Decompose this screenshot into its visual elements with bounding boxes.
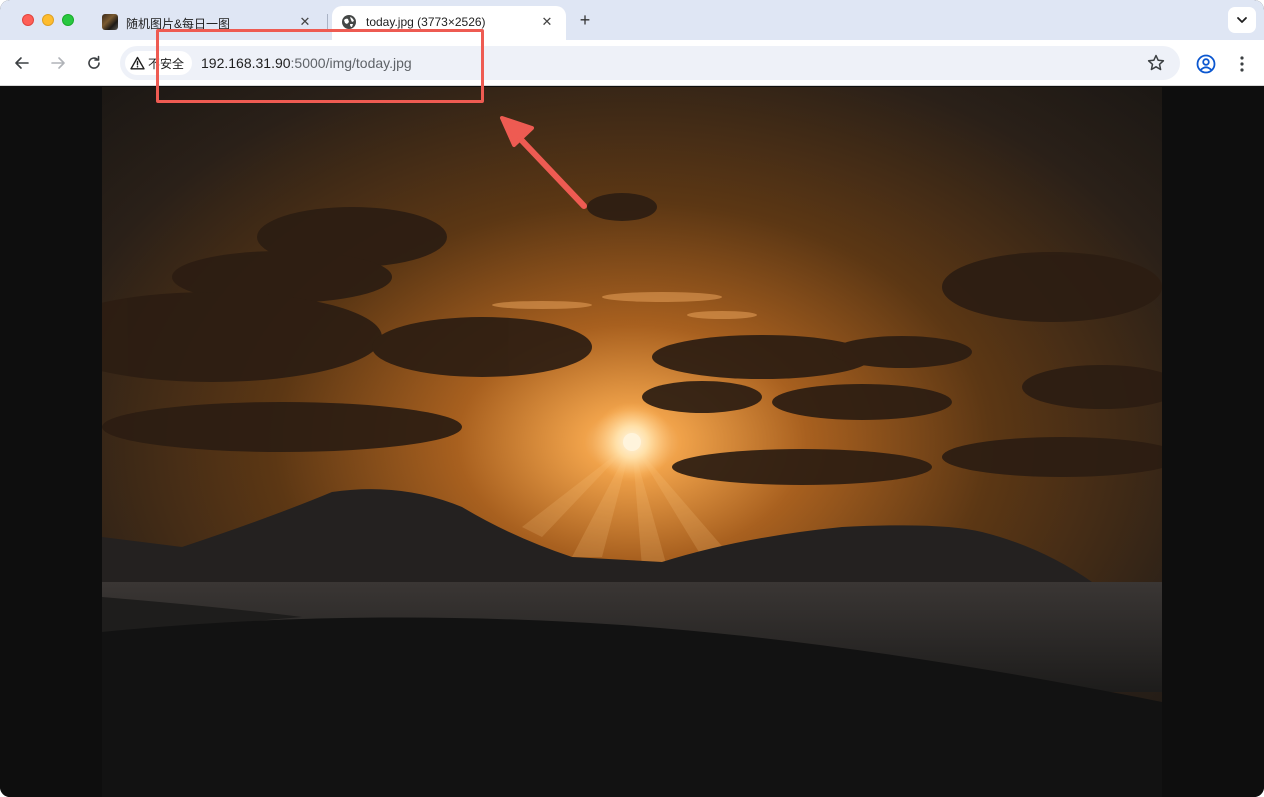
tab-title: today.jpg (3773×2526) bbox=[366, 15, 486, 29]
tab-search-button[interactable] bbox=[1228, 7, 1256, 33]
close-window-button[interactable] bbox=[22, 14, 34, 26]
reload-icon bbox=[88, 55, 100, 69]
annotation-highlight-box bbox=[156, 29, 484, 103]
minimize-window-button[interactable] bbox=[42, 14, 54, 26]
back-button[interactable] bbox=[10, 51, 34, 75]
star-icon[interactable] bbox=[1146, 53, 1166, 73]
chevron-down-icon bbox=[1237, 17, 1247, 23]
arrow-left-icon bbox=[15, 57, 29, 69]
forward-button[interactable] bbox=[46, 51, 70, 75]
warning-triangle-icon bbox=[130, 56, 145, 70]
tab-close-button[interactable]: ✕ bbox=[538, 13, 556, 31]
profile-icon[interactable] bbox=[1194, 52, 1218, 76]
arrow-right-icon bbox=[51, 57, 65, 69]
kebab-menu-icon[interactable] bbox=[1230, 52, 1254, 76]
zoom-window-button[interactable] bbox=[62, 14, 74, 26]
new-tab-button[interactable]: + bbox=[574, 9, 596, 31]
site-favicon-icon bbox=[102, 14, 118, 30]
reload-button[interactable] bbox=[82, 51, 106, 75]
annotation-arrow-icon bbox=[500, 116, 587, 209]
image-viewer bbox=[0, 87, 1264, 797]
browser-window: 随机图片&每日一图 ✕ today.jpg (3773×2526) ✕ + 不安… bbox=[0, 0, 1264, 797]
sunset-photo[interactable] bbox=[102, 87, 1162, 797]
globe-icon bbox=[342, 15, 356, 29]
